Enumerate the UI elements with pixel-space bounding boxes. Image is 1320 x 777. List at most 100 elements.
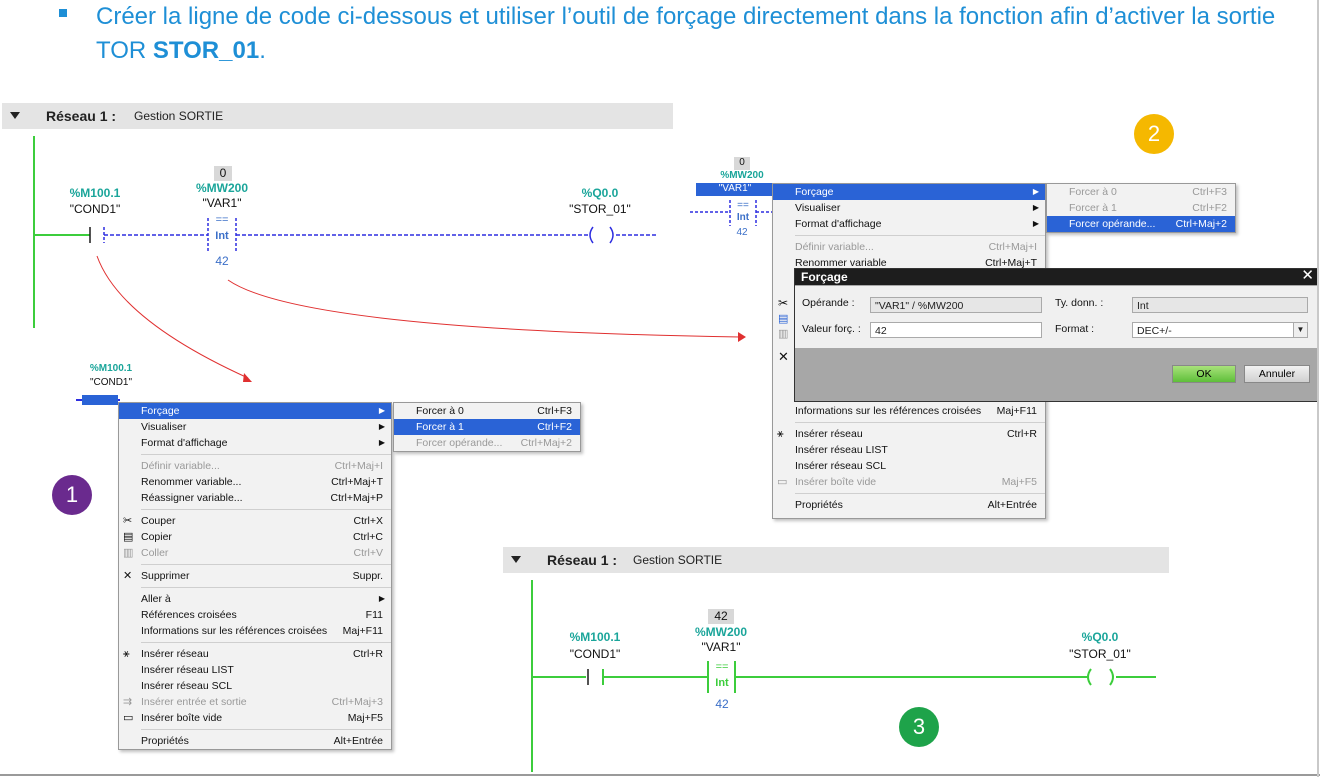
menu-item-insérer-réseau-scl[interactable]: Insérer réseau SCL	[119, 678, 391, 694]
menu-item-informations-sur-les-références-croisées[interactable]: Informations sur les références croisées…	[773, 403, 1045, 419]
menu-item-visualiser[interactable]: Visualiser ▶	[773, 200, 1045, 216]
format-select[interactable]: DEC+/- ▼	[1132, 322, 1308, 338]
menu-item-insérer-réseau-scl[interactable]: Insérer réseau SCL	[773, 458, 1045, 474]
step-3-badge: 3	[899, 707, 939, 747]
monitor-value-box: 0	[734, 157, 750, 170]
ok-button[interactable]: OK	[1172, 365, 1236, 383]
chevron-down-icon[interactable]: ▼	[1293, 323, 1307, 337]
menu-item-shortcut: Ctrl+R	[1006, 428, 1037, 440]
menu-item-label: Définir variable...	[141, 460, 220, 472]
menu-item-label: Propriétés	[795, 499, 843, 511]
dialog-title: Forçage	[801, 270, 848, 284]
menu-item-label: Insérer réseau LIST	[795, 444, 888, 456]
compare-address: %MW200	[694, 625, 747, 639]
menu-item-label: Aller à	[141, 593, 171, 605]
submenu-arrow-icon: ▶	[1032, 203, 1039, 212]
menu-item-couper[interactable]: ✂ Couper Ctrl+X	[119, 513, 391, 529]
menu-item-propriétés[interactable]: Propriétés Alt+Entrée	[773, 497, 1045, 513]
menu-item-insérer-réseau[interactable]: ⚹ Insérer réseau Ctrl+R	[773, 426, 1045, 442]
menu-item-forçage[interactable]: Forçage ▶	[119, 403, 391, 419]
menu-item-label: Copier	[141, 531, 172, 543]
menu-item-réassigner-variable[interactable]: Réassigner variable... Ctrl+Maj+P	[119, 490, 391, 506]
format-select-value: DEC+/-	[1137, 325, 1172, 337]
menu-item-label: Forçage	[141, 405, 180, 417]
compare-symbol[interactable]: "VAR1"	[700, 183, 770, 194]
menu-item-forcer-opérande[interactable]: Forcer opérande... Ctrl+Maj+2	[1047, 216, 1235, 232]
menu-item-label: Forcer opérande...	[416, 437, 503, 449]
menu-item-propriétés[interactable]: Propriétés Alt+Entrée	[119, 733, 391, 749]
force-value-input[interactable]: 42	[870, 322, 1042, 338]
menu-item-visualiser[interactable]: Visualiser ▶	[119, 419, 391, 435]
menu-item-label: Insérer entrée et sortie	[141, 696, 247, 708]
menu-item-label: Forcer opérande...	[1069, 218, 1156, 230]
menu-item-insérer-boîte-vide: ▭ Insérer boîte vide Maj+F5	[773, 474, 1045, 490]
menu-item-shortcut: Maj+F11	[342, 625, 383, 637]
menu-item-insérer-boîte-vide[interactable]: ▭ Insérer boîte vide Maj+F5	[119, 710, 391, 726]
operand-label: Opérande :	[802, 297, 855, 309]
menu-item-forcer-à-0[interactable]: Forcer à 0 Ctrl+F3	[394, 403, 580, 419]
step-2-badge: 2	[1134, 114, 1174, 154]
compare-operator: ==	[715, 661, 729, 673]
menu-item-insérer-réseau[interactable]: ⚹ Insérer réseau Ctrl+R	[119, 646, 391, 662]
contact-symbol: "COND1"	[569, 647, 621, 661]
menu-item-informations-sur-les-références-croisées[interactable]: Informations sur les références croisées…	[119, 623, 391, 639]
coil-address: %Q0.0	[581, 186, 619, 200]
menu-item-renommer-variable[interactable]: Renommer variable... Ctrl+Maj+T	[119, 474, 391, 490]
menu-item-insérer-réseau-list[interactable]: Insérer réseau LIST	[119, 662, 391, 678]
menu-item-label: Forcer à 0	[1069, 186, 1117, 198]
menu-item-définir-variable: Définir variable... Ctrl+Maj+I	[119, 458, 391, 474]
submenu-arrow-icon: ▶	[378, 594, 385, 603]
compare-type: Int	[736, 212, 750, 223]
compare-type: Int	[715, 677, 729, 689]
dialog-body: Opérande : "VAR1" / %MW200 Ty. donn. : I…	[795, 286, 1318, 348]
menu-item-aller-à[interactable]: Aller à ▶	[119, 591, 391, 607]
menu-item-label: Insérer boîte vide	[141, 712, 223, 724]
compare-value: 42	[215, 254, 229, 268]
menu-icon: ✂	[123, 515, 133, 527]
close-icon[interactable]: ✕	[1301, 268, 1314, 284]
menu-item-insérer-réseau-list[interactable]: Insérer réseau LIST	[773, 442, 1045, 458]
menu-item-label: Insérer réseau LIST	[141, 664, 234, 676]
menu-separator	[141, 642, 391, 643]
menu-item-format-d-affichage[interactable]: Format d'affichage ▶	[773, 216, 1045, 232]
menu-item-label: Format d'affichage	[141, 437, 228, 449]
menu-item-shortcut: Ctrl+Maj+I	[334, 460, 383, 472]
menu-item-shortcut: Ctrl+F2	[1192, 202, 1227, 214]
monitor-value-box: 0	[214, 166, 232, 181]
cancel-button[interactable]: Annuler	[1244, 365, 1310, 383]
copy-icon: ▤	[778, 313, 789, 325]
menu-item-shortcut: Ctrl+C	[352, 531, 383, 543]
menu-item-shortcut: Ctrl+Maj+2	[520, 437, 572, 449]
menu-item-format-d-affichage[interactable]: Format d'affichage ▶	[119, 435, 391, 451]
menu-item-label: Références croisées	[141, 609, 237, 621]
menu-icon: ✕	[123, 570, 133, 582]
menu-item-shortcut: F11	[365, 609, 383, 621]
menu-item-copier[interactable]: ▤ Copier Ctrl+C	[119, 529, 391, 545]
context-submenu-forcage-2: Forcer à 0 Ctrl+F3 Forcer à 1 Ctrl+F2 Forcer…	[1046, 183, 1236, 233]
menu-item-forcer-à-1[interactable]: Forcer à 1 Ctrl+F2	[394, 419, 580, 435]
submenu-arrow-icon: ▶	[378, 406, 385, 415]
menu-item-supprimer[interactable]: ✕ Supprimer Suppr.	[119, 568, 391, 584]
menu-item-forçage[interactable]: Forçage ▶	[773, 184, 1045, 200]
menu-icon: ⇉	[123, 696, 133, 708]
submenu-arrow-icon: ▶	[1032, 187, 1039, 196]
menu-item-insérer-entrée-et-sortie: ⇉ Insérer entrée et sortie Ctrl+Maj+3	[119, 694, 391, 710]
menu-item-label: Insérer réseau SCL	[795, 460, 887, 472]
menu-item-label: Forçage	[795, 186, 834, 198]
context-submenu-forcage-1: Forcer à 0 Ctrl+F3 Forcer à 1 Ctrl+F2 Forcer…	[393, 402, 581, 452]
submenu-arrow-icon: ▶	[1032, 219, 1039, 228]
menu-separator	[141, 509, 391, 510]
menu-item-shortcut: Ctrl+F2	[537, 421, 572, 433]
contact-address: %M100.1	[69, 186, 121, 200]
menu-item-coller: ▥ Coller Ctrl+V	[119, 545, 391, 561]
menu-item-forcer-opérande: Forcer opérande... Ctrl+Maj+2	[394, 435, 580, 451]
menu-item-références-croisées[interactable]: Références croisées F11	[119, 607, 391, 623]
menu-item-label: Forcer à 1	[1069, 202, 1117, 214]
menu-item-shortcut: Ctrl+Maj+2	[1175, 218, 1227, 230]
menu-separator	[795, 235, 1045, 236]
data-type-field: Int	[1132, 297, 1308, 313]
menu-item-shortcut: Ctrl+F3	[537, 405, 572, 417]
dialog-titlebar: Forçage ✕	[795, 268, 1318, 285]
menu-icon: ▤	[123, 531, 134, 543]
menu-icon: ▭	[123, 712, 134, 724]
